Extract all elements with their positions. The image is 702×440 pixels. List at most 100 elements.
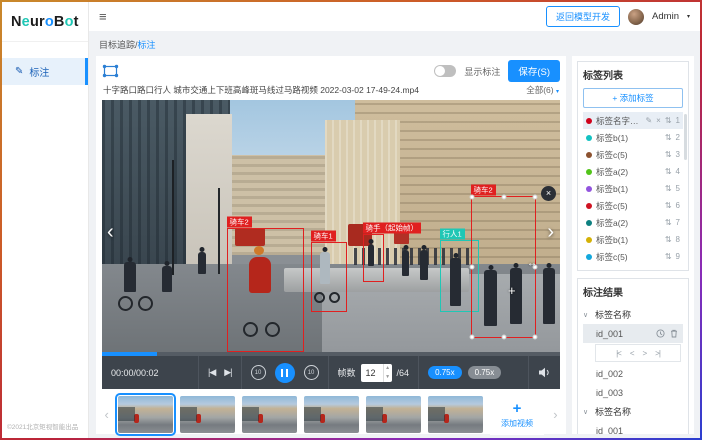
label-order: 2 xyxy=(676,133,680,142)
swap-order-icon[interactable]: ⇅ xyxy=(665,235,672,244)
swap-order-icon[interactable]: ⇅ xyxy=(665,218,672,227)
bounding-box[interactable]: 骑车1 xyxy=(311,242,347,312)
logo-text: N xyxy=(11,14,22,30)
last-frame-icon[interactable]: >| xyxy=(655,349,660,358)
video-thumbnail[interactable] xyxy=(242,396,297,433)
swap-order-icon[interactable]: ⇅ xyxy=(665,184,672,193)
stepper-up-icon[interactable]: ▲ xyxy=(384,364,392,373)
label-row[interactable]: 标签c(5) ⇅ 3 xyxy=(583,146,683,163)
result-item[interactable]: id_001 xyxy=(583,324,683,343)
video-thumbnail[interactable] xyxy=(366,396,421,433)
resize-handle[interactable] xyxy=(470,195,475,200)
resize-handle[interactable] xyxy=(533,195,538,200)
frame-pagination: |< < > >| xyxy=(595,344,681,362)
label-color-dot xyxy=(586,237,592,243)
add-video-button[interactable]: + 添加视频 xyxy=(490,395,544,435)
bounding-box[interactable]: 骑车2 xyxy=(227,228,304,352)
label-row[interactable]: 标签c(5) ⇅ 6 xyxy=(583,197,683,214)
result-item[interactable]: id_002 xyxy=(583,364,683,383)
result-item[interactable]: id_001 xyxy=(583,421,683,434)
bounding-box-label: 骑车2 xyxy=(471,184,496,196)
user-caret-icon[interactable]: ▾ xyxy=(687,13,690,20)
scrollbar-thumb[interactable] xyxy=(684,114,687,160)
bounding-box-label: 骑车2 xyxy=(227,216,252,228)
filter-dropdown[interactable]: 全部(6) ▾ xyxy=(526,84,559,96)
resize-handle[interactable] xyxy=(533,335,538,340)
label-list-panel: 标签列表 + 添加标签 标签名字最长数... ✎ × ⇅ 1 标签b(1) ⇅ xyxy=(577,61,689,271)
logo-text: e xyxy=(22,14,30,30)
video-prev-icon[interactable]: ‹ xyxy=(107,222,114,242)
resize-handle[interactable] xyxy=(501,335,506,340)
volume-icon[interactable] xyxy=(538,367,551,378)
video-next-icon[interactable]: › xyxy=(547,222,554,242)
result-item[interactable]: id_003 xyxy=(583,383,683,402)
save-button[interactable]: 保存(S) xyxy=(508,60,560,82)
speed-button-inactive[interactable]: 0.75x xyxy=(468,366,502,379)
rewind-10-button[interactable]: 10 xyxy=(251,365,266,380)
edit-label-icon[interactable]: ✎ xyxy=(645,116,652,125)
breadcrumb-parent[interactable]: 目标追踪 xyxy=(99,40,135,50)
frame-number-value[interactable]: 12 xyxy=(361,364,383,382)
video-thumbnail[interactable] xyxy=(118,396,173,433)
resize-handle[interactable] xyxy=(470,335,475,340)
swap-order-icon[interactable]: ⇅ xyxy=(665,252,672,261)
show-annotation-toggle[interactable] xyxy=(434,65,456,77)
delete-box-icon[interactable]: × xyxy=(541,186,556,201)
prev-frame-button[interactable]: |◀ xyxy=(208,367,215,378)
frame-total: /64 xyxy=(397,368,410,378)
rect-select-tool-icon[interactable] xyxy=(102,64,119,78)
next-frame-button[interactable]: ▶| xyxy=(224,367,231,378)
user-name[interactable]: Admin xyxy=(652,11,679,22)
label-color-dot xyxy=(586,169,592,175)
app-window: NeuroBot ✎ 标注 ©2021北京矩视智能出品 ≡ 返回模型开发 Adm… xyxy=(2,2,700,438)
label-row[interactable]: 标签a(2) ⇅ 4 xyxy=(583,163,683,180)
video-thumbnail[interactable] xyxy=(180,396,235,433)
show-annotation-label: 显示标注 xyxy=(464,65,500,78)
result-group-header[interactable]: ∨ 标签名称 xyxy=(583,402,683,421)
resize-handle[interactable] xyxy=(470,265,475,270)
delete-label-icon[interactable]: × xyxy=(656,116,661,125)
label-row[interactable]: 标签a(2) ⇅ 7 xyxy=(583,214,683,231)
label-row[interactable]: 标签b(1) ⇅ 2 xyxy=(583,129,683,146)
label-order: 1 xyxy=(676,116,680,125)
trash-icon[interactable] xyxy=(670,329,678,338)
swap-order-icon[interactable]: ⇅ xyxy=(665,167,672,176)
video-progress-bar[interactable] xyxy=(102,352,560,356)
collapse-menu-icon[interactable]: ≡ xyxy=(99,10,107,23)
video-card: 显示标注 保存(S) 十字路口路口行人 城市交通上下班高峰斑马线过马路视频 20… xyxy=(96,56,566,434)
thumb-scroll-right-icon[interactable]: › xyxy=(551,407,560,422)
frame-number-input[interactable]: 12 ▲▼ xyxy=(361,364,392,382)
resize-handle[interactable] xyxy=(501,195,506,200)
bounding-box[interactable]: 骑手（起始帧） xyxy=(363,234,384,282)
speed-button-active[interactable]: 0.75x xyxy=(428,366,462,379)
swap-order-icon[interactable]: ⇅ xyxy=(665,116,672,125)
label-row[interactable]: 标签b(1) ⇅ 8 xyxy=(583,231,683,248)
sidebar-item-annotate[interactable]: ✎ 标注 xyxy=(2,58,88,85)
video-thumbnail[interactable] xyxy=(428,396,483,433)
video-thumbnail[interactable] xyxy=(304,396,359,433)
frame-count-label: 帧数 xyxy=(338,366,356,379)
back-to-model-dev-button[interactable]: 返回模型开发 xyxy=(546,6,620,27)
result-group-header[interactable]: ∨ 标签名称 xyxy=(583,305,683,324)
label-row[interactable]: 标签b(1) ⇅ 5 xyxy=(583,180,683,197)
thumb-scroll-left-icon[interactable]: ‹ xyxy=(102,407,111,422)
avatar[interactable] xyxy=(628,9,644,25)
stepper-down-icon[interactable]: ▼ xyxy=(384,373,392,382)
add-label-button[interactable]: + 添加标签 xyxy=(583,88,683,108)
swap-order-icon[interactable]: ⇅ xyxy=(665,150,672,159)
next-page-icon[interactable]: > xyxy=(643,349,647,358)
prev-page-icon[interactable]: < xyxy=(630,349,634,358)
history-icon[interactable] xyxy=(656,329,665,338)
first-frame-icon[interactable]: |< xyxy=(616,349,621,358)
label-name: 标签b(1) xyxy=(596,132,661,144)
label-row[interactable]: 标签名字最长数... ✎ × ⇅ 1 xyxy=(583,112,683,129)
pause-button[interactable] xyxy=(275,363,295,383)
swap-order-icon[interactable]: ⇅ xyxy=(665,133,672,142)
logo-text: ur xyxy=(30,14,45,30)
video-player[interactable]: 骑车2骑车1骑手（起始帧）行人1骑车2× ‹ › + ↔ xyxy=(102,100,560,352)
logo-text: t xyxy=(74,14,79,30)
label-color-dot xyxy=(586,220,592,226)
forward-10-button[interactable]: 10 xyxy=(304,365,319,380)
swap-order-icon[interactable]: ⇅ xyxy=(665,201,672,210)
label-row[interactable]: 标签c(5) ⇅ 9 xyxy=(583,248,683,265)
